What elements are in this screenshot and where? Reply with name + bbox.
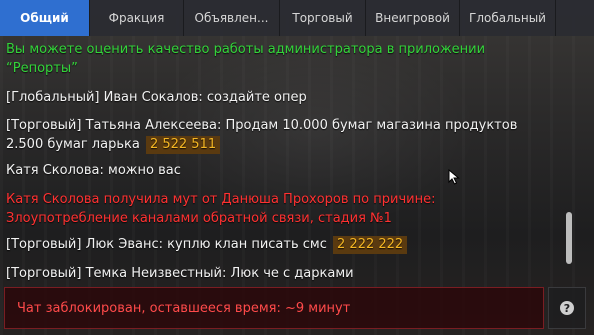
message-text: [Торговый] Темка Неизвестный: Люк че с д… — [6, 266, 354, 281]
tab-faction[interactable]: Фракция — [90, 0, 184, 36]
amount-badge: 2 222 222 — [333, 236, 408, 254]
tab-label: Общий — [20, 11, 69, 25]
chat-input-field[interactable]: Чат заблокирован, оставшееся время: ~9 м… — [4, 287, 544, 329]
tab-bar-filler — [556, 0, 594, 36]
tab-global[interactable]: Глобальный — [460, 0, 556, 36]
chat-scrollbar-thumb[interactable] — [566, 212, 572, 264]
chat-message: [Торговый] Татьяна Алексеева: Продам 10.… — [6, 116, 554, 154]
tab-trade[interactable]: Торговый — [280, 0, 366, 36]
tab-offgame[interactable]: Внеигровой — [366, 0, 460, 36]
message-text: Катя Сколова: можно вас — [6, 163, 181, 178]
message-text: [Торговый] Татьяна Алексеева: Продам 10.… — [6, 118, 518, 152]
chat-message: [Торговый] Темка Неизвестный: Люк че с д… — [6, 264, 554, 283]
chat-message: Катя Сколова: можно вас — [6, 161, 554, 180]
message-text: [Глобальный] Иван Сокалов: создайте опер — [6, 90, 307, 105]
tab-general[interactable]: Общий — [0, 0, 90, 36]
message-text: [Торговый] Люк Эванс: куплю клан писать … — [6, 237, 327, 252]
chat-message-system: Вы можете оценить качество работы админи… — [6, 40, 554, 78]
message-text: Вы можете оценить качество работы админи… — [6, 42, 486, 76]
tab-label: Торговый — [292, 11, 353, 25]
chat-tab-bar: Общий Фракция Объявлен... Торговый Внеиг… — [0, 0, 594, 36]
chat-message-mute-notice: Катя Сколова получила мут от Данюша Прох… — [6, 190, 554, 228]
chat-message: [Глобальный] Иван Сокалов: создайте опер — [6, 88, 554, 107]
amount-badge: 2 522 511 — [145, 136, 221, 154]
tab-ads[interactable]: Объявлен... — [184, 0, 280, 36]
tab-label: Глобальный — [469, 11, 546, 25]
message-text: Катя Сколова получила мут от Данюша Прох… — [6, 192, 436, 226]
chat-message: [Торговый] Люк Эванс: куплю клан писать … — [6, 235, 554, 254]
tab-label: Объявлен... — [194, 11, 269, 25]
help-icon: ? — [560, 301, 574, 315]
mouse-cursor-icon — [448, 169, 460, 185]
chat-blocked-message: Чат заблокирован, оставшееся время: ~9 м… — [17, 300, 351, 316]
chat-log[interactable]: Вы можете оценить качество работы админи… — [0, 36, 560, 284]
tab-label: Фракция — [108, 11, 165, 25]
help-button[interactable]: ? — [548, 287, 586, 329]
tab-label: Внеигровой — [375, 11, 450, 25]
